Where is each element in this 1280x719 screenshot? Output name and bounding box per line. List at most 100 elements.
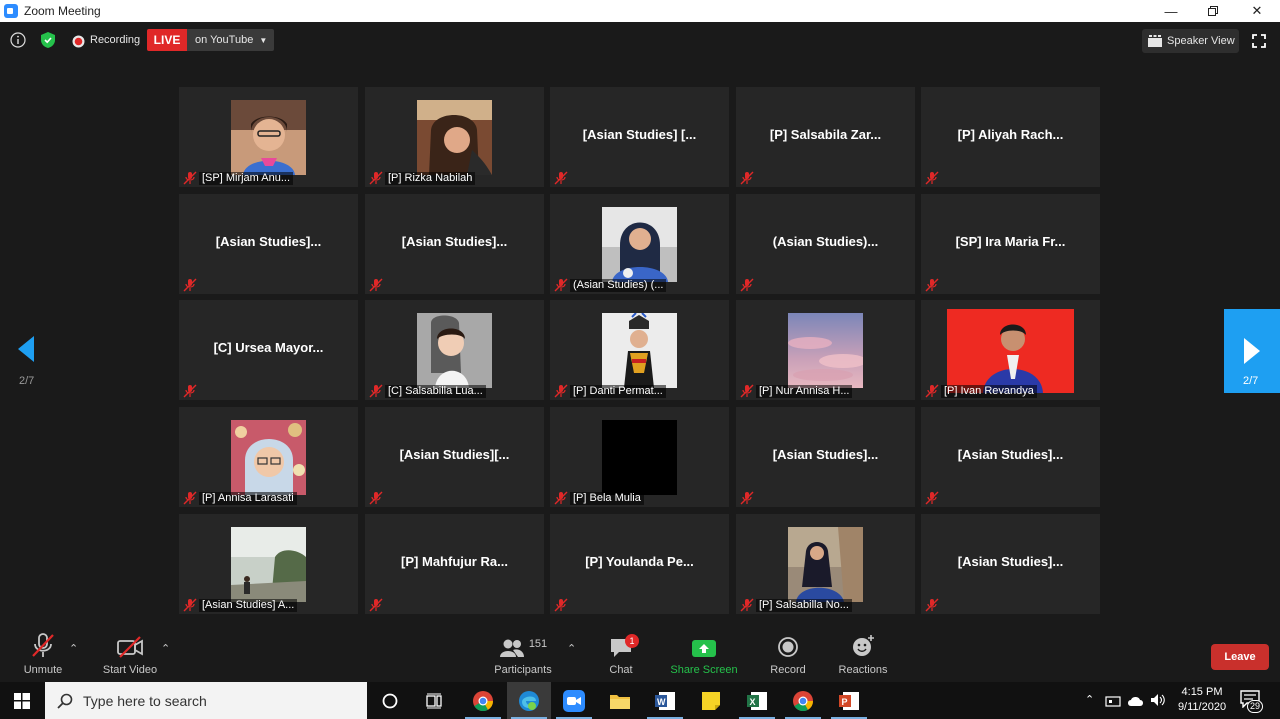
window-titlebar: Zoom Meeting — ✕ xyxy=(0,0,1280,22)
participant-tile[interactable]: [P] Danti Permat... xyxy=(550,300,729,400)
task-view-icon xyxy=(426,692,442,709)
taskbar-file-explorer[interactable] xyxy=(598,682,642,719)
meeting-info-icon[interactable] xyxy=(10,32,26,48)
video-options-caret[interactable]: ⌃ xyxy=(161,642,170,655)
share-screen-icon xyxy=(692,640,716,657)
fullscreen-icon[interactable] xyxy=(1252,34,1266,48)
share-screen-button[interactable]: Share Screen xyxy=(670,628,738,682)
view-label: Speaker View xyxy=(1167,35,1235,47)
participant-tile[interactable]: [P] Salsabilla No... xyxy=(736,514,915,614)
windows-start-button[interactable] xyxy=(0,682,44,719)
cortana-button[interactable] xyxy=(368,682,412,719)
participant-tile[interactable]: [Asian Studies]... xyxy=(921,514,1100,614)
powerpoint-icon: P xyxy=(839,691,859,710)
mic-muted-icon xyxy=(554,171,568,185)
participant-video xyxy=(788,313,863,388)
chrome-icon xyxy=(793,690,814,711)
unmute-button[interactable]: Unmute xyxy=(18,628,68,682)
encryption-shield-icon[interactable] xyxy=(40,31,56,49)
participant-tile[interactable]: [P] Ivan Revandya xyxy=(921,300,1100,400)
restore-button[interactable] xyxy=(1190,0,1236,22)
participant-video xyxy=(947,309,1074,393)
windows-logo-icon xyxy=(14,692,30,709)
participant-tile[interactable]: [SP] Ira Maria Fr... xyxy=(921,194,1100,294)
participant-tile[interactable]: [P] Bela Mulia xyxy=(550,407,729,507)
network-adapter-icon[interactable] xyxy=(1105,694,1121,708)
participant-name: [Asian Studies]... xyxy=(772,447,879,462)
participant-tile[interactable]: [Asian Studies] A... xyxy=(179,514,358,614)
participant-tile[interactable]: [C] Salsabilla Lua... xyxy=(365,300,544,400)
participant-name: [Asian Studies]... xyxy=(215,234,322,249)
taskbar-chrome-2[interactable] xyxy=(781,682,825,719)
taskbar-zoom[interactable] xyxy=(552,682,596,719)
mic-muted-icon xyxy=(554,278,568,292)
notification-center-button[interactable]: 29 xyxy=(1240,690,1264,713)
participant-tile[interactable]: [P] Annisa Larasati xyxy=(179,407,358,507)
participants-options-caret[interactable]: ⌃ xyxy=(567,642,576,655)
participant-tile[interactable]: [P] Nur Annisa H... xyxy=(736,300,915,400)
participant-tile[interactable]: [P] Youlanda Pe... xyxy=(550,514,729,614)
tray-expand-chevron-icon[interactable]: ⌃ xyxy=(1085,693,1094,706)
participants-button[interactable]: 151 Participants xyxy=(492,628,554,682)
reactions-button[interactable]: Reactions xyxy=(836,628,890,682)
taskbar-search-box[interactable]: Type here to search xyxy=(45,682,367,719)
volume-speaker-icon[interactable] xyxy=(1150,693,1166,707)
participant-label xyxy=(925,278,941,292)
participant-tile[interactable]: [Asian Studies]... xyxy=(179,194,358,294)
participant-tile[interactable]: [Asian Studies] [... xyxy=(550,87,729,187)
participant-video xyxy=(788,527,863,602)
windows-taskbar: Type here to search W X P ⌃ 4:15 PM 9/11… xyxy=(0,682,1280,719)
participant-video xyxy=(417,313,492,388)
minimize-button[interactable]: — xyxy=(1148,0,1194,22)
participants-icon xyxy=(499,639,524,657)
taskbar-powerpoint[interactable]: P xyxy=(827,682,871,719)
participant-tile[interactable]: [P] Mahfujur Ra... xyxy=(365,514,544,614)
taskbar-excel[interactable]: X xyxy=(735,682,779,719)
mic-muted-icon xyxy=(183,598,197,612)
taskbar-word[interactable]: W xyxy=(643,682,687,719)
participant-label xyxy=(925,171,941,185)
participant-label xyxy=(740,278,756,292)
start-video-button[interactable]: Start Video xyxy=(100,628,160,682)
edge-icon xyxy=(519,690,539,711)
participant-video xyxy=(602,207,677,282)
participant-label xyxy=(554,171,570,185)
leave-button[interactable]: Leave xyxy=(1211,644,1269,670)
task-view-button[interactable] xyxy=(412,682,456,719)
participant-label xyxy=(740,171,756,185)
participant-tile[interactable]: [C] Ursea Mayor... xyxy=(179,300,358,400)
taskbar-sticky-notes[interactable] xyxy=(689,682,733,719)
speaker-view-button[interactable]: Speaker View xyxy=(1142,29,1239,53)
participant-tile[interactable]: (Asian Studies)... xyxy=(736,194,915,294)
close-button[interactable]: ✕ xyxy=(1234,0,1280,22)
participant-tile[interactable]: [SP] Mirjam Anu... xyxy=(179,87,358,187)
zoom-app-icon xyxy=(563,689,585,712)
participant-tile[interactable]: [Asian Studies]... xyxy=(921,407,1100,507)
arrow-left-icon xyxy=(18,336,34,362)
participant-tile[interactable]: [P] Rizka Nabilah xyxy=(365,87,544,187)
chat-button[interactable]: 1 Chat xyxy=(601,628,641,682)
participant-label: [P] Danti Permat... xyxy=(554,384,666,398)
participant-tile[interactable]: [Asian Studies]... xyxy=(736,407,915,507)
participant-label xyxy=(183,278,199,292)
record-button[interactable]: Record xyxy=(766,628,810,682)
taskbar-edge[interactable] xyxy=(507,682,551,719)
youtube-stream-dropdown[interactable]: on YouTube ▼ xyxy=(187,29,274,51)
taskbar-chrome[interactable] xyxy=(461,682,505,719)
participant-tile[interactable]: [Asian Studies]... xyxy=(365,194,544,294)
participant-tile[interactable]: [Asian Studies][... xyxy=(365,407,544,507)
onedrive-cloud-icon[interactable] xyxy=(1127,695,1145,707)
meeting-toolbar: Unmute ⌃ Start Video ⌃ 151 Participants … xyxy=(0,628,1280,682)
previous-page-button[interactable] xyxy=(14,334,36,369)
participant-tile[interactable]: [P] Aliyah Rach... xyxy=(921,87,1100,187)
audio-options-caret[interactable]: ⌃ xyxy=(69,642,78,655)
stream-label: on YouTube xyxy=(195,34,254,46)
system-clock[interactable]: 4:15 PM 9/11/2020 xyxy=(1170,685,1234,715)
participant-name: [SP] Ira Maria Fr... xyxy=(955,234,1066,249)
mic-muted-icon xyxy=(740,278,754,292)
participant-tile[interactable]: (Asian Studies) (... xyxy=(550,194,729,294)
mic-muted-icon xyxy=(925,598,939,612)
search-placeholder: Type here to search xyxy=(83,692,207,709)
svg-text:P: P xyxy=(842,697,848,707)
participant-tile[interactable]: [P] Salsabila Zar... xyxy=(736,87,915,187)
